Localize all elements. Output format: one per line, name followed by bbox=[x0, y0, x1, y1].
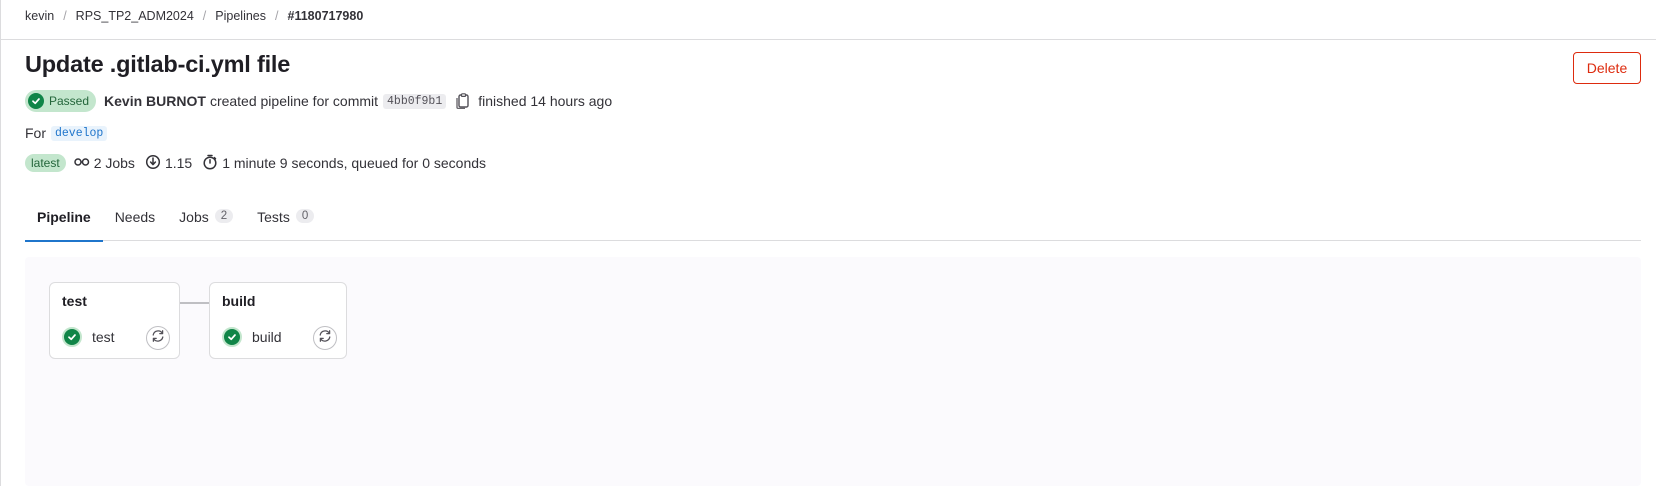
breadcrumb-item-project[interactable]: RPS_TP2_ADM2024 bbox=[76, 9, 194, 23]
duration-text: 1 minute 9 seconds, queued for 0 seconds bbox=[222, 155, 487, 171]
check-circle-icon bbox=[28, 93, 44, 109]
author-link[interactable]: Kevin BURNOT bbox=[104, 93, 206, 109]
timer-icon bbox=[202, 154, 222, 173]
compute-stat: 1.15 bbox=[145, 154, 192, 173]
breadcrumb-item-user[interactable]: kevin bbox=[25, 9, 54, 23]
pipeline-stats: latest 2 Jobs 1.15 1 minute 9 seconds, q… bbox=[25, 153, 496, 173]
tab-count-badge: 0 bbox=[295, 209, 315, 223]
retry-button[interactable] bbox=[313, 326, 337, 350]
tab-label: Pipeline bbox=[37, 209, 91, 225]
latest-badge: latest bbox=[25, 154, 66, 172]
tab-label: Needs bbox=[114, 209, 156, 225]
ref-row: For develop bbox=[25, 125, 108, 141]
delete-button[interactable]: Delete bbox=[1573, 52, 1641, 84]
stage-title: test bbox=[62, 293, 87, 309]
pipeline-tabs: Pipeline Needs Jobs 2 Tests 0 bbox=[25, 203, 1641, 242]
compute-text: 1.15 bbox=[164, 155, 193, 171]
status-badge[interactable]: Passed bbox=[25, 90, 97, 112]
job-name: test bbox=[92, 329, 115, 345]
finished-text: finished 14 hours ago bbox=[478, 93, 613, 109]
tab-label: Tests bbox=[257, 209, 290, 225]
compute-icon bbox=[145, 154, 165, 173]
breadcrumb-item-current[interactable]: #1180717980 bbox=[288, 9, 364, 23]
breadcrumb-separator: / bbox=[63, 9, 67, 23]
tab-label: Jobs bbox=[179, 209, 209, 225]
jobs-count-text: 2 Jobs bbox=[93, 155, 135, 171]
breadcrumb-separator: / bbox=[202, 9, 207, 23]
page-title: Update .gitlab-ci.yml file bbox=[25, 51, 291, 77]
jobs-stat: 2 Jobs bbox=[73, 155, 135, 171]
action-text: created pipeline for commit bbox=[209, 93, 379, 109]
job-build[interactable]: build bbox=[222, 327, 282, 347]
left-border bbox=[0, 0, 1, 486]
stage-test: test test bbox=[49, 282, 180, 359]
tab-needs[interactable]: Needs bbox=[103, 203, 167, 241]
copy-icon[interactable] bbox=[456, 93, 470, 109]
duration-stat: 1 minute 9 seconds, queued for 0 seconds bbox=[202, 154, 486, 173]
retry-icon bbox=[318, 329, 332, 348]
check-circle-icon bbox=[222, 327, 242, 347]
stage-title: build bbox=[222, 293, 256, 309]
stage-connector bbox=[179, 302, 209, 304]
breadcrumb-item-pipelines[interactable]: Pipelines bbox=[215, 9, 266, 23]
check-circle-icon bbox=[62, 327, 82, 347]
pipeline-graph: test test build build bbox=[25, 257, 1641, 486]
commit-sha[interactable]: 4bb0f9b1 bbox=[383, 93, 447, 109]
tab-jobs[interactable]: Jobs 2 bbox=[167, 203, 245, 241]
ref-prefix: For bbox=[25, 125, 46, 141]
breadcrumb-separator: / bbox=[275, 9, 279, 23]
pipeline-meta: Passed Kevin BURNOT created pipeline for… bbox=[25, 90, 612, 112]
status-label: Passed bbox=[49, 94, 90, 108]
job-name: build bbox=[252, 329, 282, 345]
pipeline-icon bbox=[73, 155, 94, 171]
job-test[interactable]: test bbox=[62, 327, 115, 347]
retry-icon bbox=[151, 329, 165, 348]
tab-tests[interactable]: Tests 0 bbox=[245, 203, 326, 241]
retry-button[interactable] bbox=[146, 326, 170, 350]
branch-link[interactable]: develop bbox=[51, 125, 108, 141]
breadcrumb-bar: kevin / RPS_TP2_ADM2024 / Pipelines / #1… bbox=[0, 0, 1656, 40]
stage-build: build build bbox=[209, 282, 347, 359]
breadcrumb: kevin / RPS_TP2_ADM2024 / Pipelines / #1… bbox=[25, 9, 363, 23]
tab-pipeline[interactable]: Pipeline bbox=[25, 203, 103, 242]
tab-count-badge: 2 bbox=[214, 209, 234, 223]
